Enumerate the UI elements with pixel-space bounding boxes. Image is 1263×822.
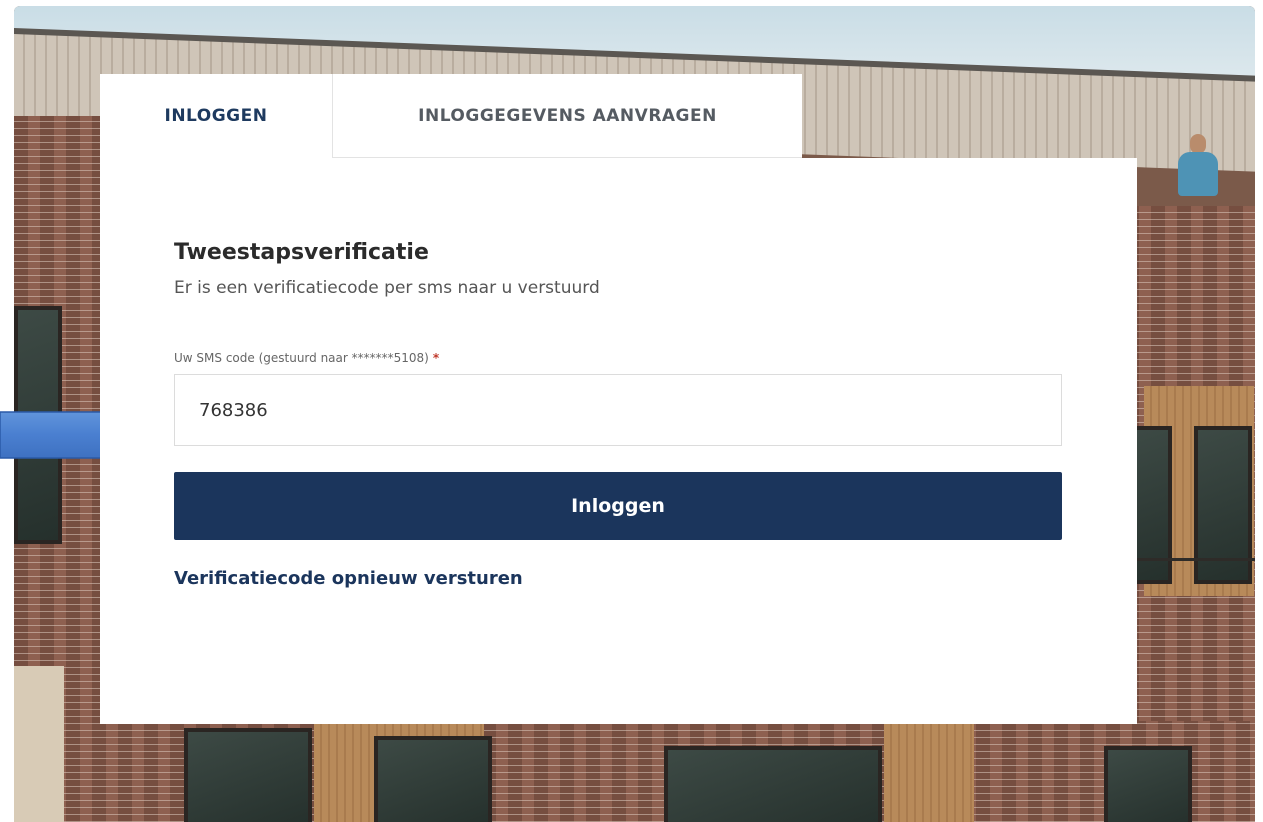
sms-code-label: Uw SMS code (gestuurd naar *******5108) * [174, 350, 1062, 366]
login-button[interactable]: Inloggen [174, 472, 1062, 540]
sms-code-input[interactable] [174, 374, 1062, 446]
form-subtitle: Er is een verificatiecode per sms naar u… [174, 278, 600, 298]
resend-code-link[interactable]: Verificatiecode opnieuw versturen [174, 568, 523, 589]
page: INLOGGEN INLOGGEGEVENS AANVRAGEN Tweesta… [0, 0, 1263, 822]
required-marker: * [432, 351, 440, 365]
person-on-balcony [1172, 134, 1222, 198]
login-tabs: INLOGGEN INLOGGEGEVENS AANVRAGEN [100, 74, 802, 158]
tab-request-credentials[interactable]: INLOGGEGEVENS AANVRAGEN [332, 74, 802, 158]
form-title: Tweestapsverificatie [174, 240, 429, 265]
tab-login[interactable]: INLOGGEN [100, 74, 332, 158]
two-step-form: Tweestapsverificatie Er is een verificat… [174, 238, 1062, 589]
sms-code-label-text: Uw SMS code (gestuurd naar *******5108) [174, 351, 429, 365]
login-card: Tweestapsverificatie Er is een verificat… [100, 158, 1137, 724]
